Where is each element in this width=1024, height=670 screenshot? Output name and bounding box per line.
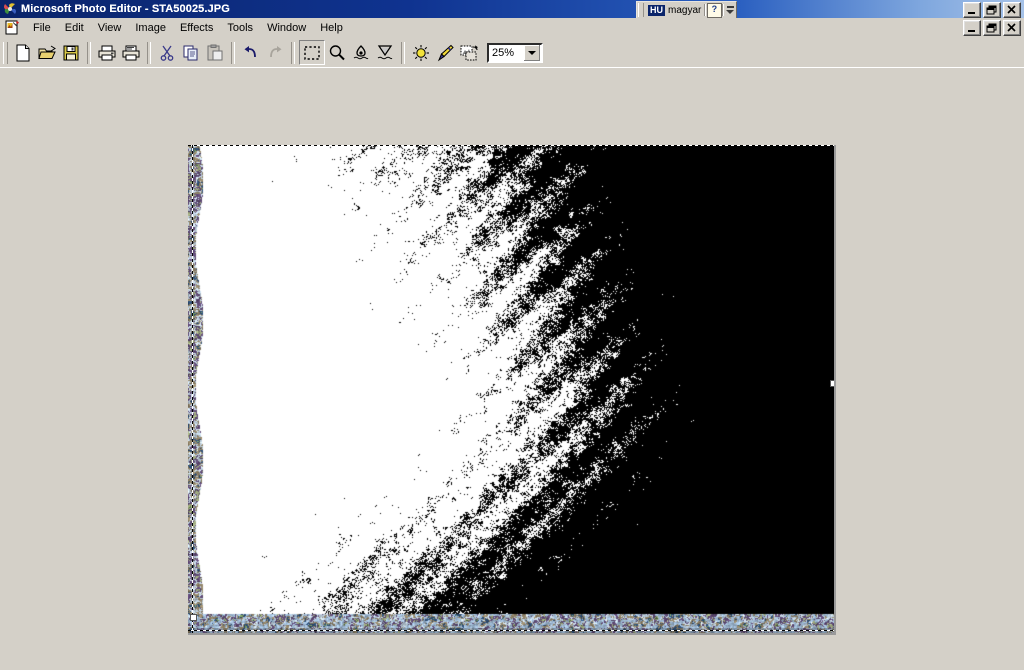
paste-icon <box>207 44 223 60</box>
document-window-controls <box>963 20 1021 36</box>
close-icon <box>1007 5 1016 14</box>
photo-editor-pinwheel-icon[interactable] <box>2 1 18 17</box>
chevron-down-icon <box>528 50 536 55</box>
image-effects-icon <box>460 44 478 60</box>
document-restore-button[interactable] <box>983 20 1001 36</box>
photo-canvas[interactable] <box>188 145 836 635</box>
menu-effects[interactable]: Effects <box>173 20 220 36</box>
restore-button[interactable] <box>983 2 1001 18</box>
document-shadow-right <box>834 145 836 635</box>
paste-button[interactable] <box>203 41 227 64</box>
close-button[interactable] <box>1003 2 1021 18</box>
new-button[interactable] <box>11 41 35 64</box>
floppy-disk-icon <box>63 45 79 60</box>
pinwheel-glyph <box>2 1 18 17</box>
window-controls <box>963 2 1021 18</box>
document-shadow-bottom <box>188 633 836 635</box>
print-button[interactable] <box>95 41 119 64</box>
copy-button[interactable] <box>179 41 203 64</box>
language-bar[interactable]: HU magyar ? <box>636 1 738 18</box>
marquee-select-icon <box>304 45 320 60</box>
brightness-button[interactable] <box>409 41 433 64</box>
printer-icon <box>98 45 116 60</box>
workspace[interactable] <box>0 68 1024 670</box>
menu-help[interactable]: Help <box>313 20 350 36</box>
toolbar-separator-5 <box>401 41 405 64</box>
language-code-badge: HU <box>648 4 665 16</box>
magnifier-icon <box>329 44 345 60</box>
zoom-tool[interactable] <box>325 41 349 64</box>
minimize-icon <box>968 12 975 14</box>
zoom-level-combo[interactable]: 25% <box>487 42 543 63</box>
photo-editor-window: Microsoft Photo Editor - STA50025.JPG HU… <box>0 0 1024 670</box>
restore-icon <box>986 23 997 33</box>
cut-button[interactable] <box>155 41 179 64</box>
title-bar[interactable]: Microsoft Photo Editor - STA50025.JPG HU… <box>0 0 1024 18</box>
toolbar-separator-1 <box>87 41 91 64</box>
sharpen-icon <box>377 44 393 59</box>
document-close-button[interactable] <box>1003 20 1021 36</box>
sun-brightness-icon <box>413 44 429 61</box>
redo-button[interactable] <box>263 41 287 64</box>
new-document-icon <box>16 44 30 61</box>
minimize-icon <box>968 30 975 32</box>
print-preview-button[interactable] <box>119 41 143 64</box>
selection-handle-bottom-left[interactable] <box>190 614 197 621</box>
copy-icon <box>183 45 198 60</box>
minimize-button[interactable] <box>963 2 981 18</box>
toolbar-separator-4 <box>291 41 295 64</box>
minimize-bar-glyph <box>726 6 734 8</box>
paintbrush-icon <box>437 44 454 61</box>
print-preview-icon <box>122 45 140 60</box>
toolbar-grip[interactable] <box>3 41 8 64</box>
zoom-level-value: 25% <box>492 46 515 59</box>
toolbar-separator-3 <box>231 41 235 64</box>
menu-file[interactable]: File <box>26 20 58 36</box>
restore-icon <box>986 5 997 15</box>
open-button[interactable] <box>35 41 59 64</box>
menu-edit[interactable]: Edit <box>58 20 91 36</box>
menu-view[interactable]: View <box>91 20 129 36</box>
help-question-icon: ? <box>706 2 722 18</box>
smudge-icon <box>353 44 369 59</box>
undo-arrow-icon <box>244 45 256 57</box>
document-image-glyph <box>5 20 19 35</box>
smudge-tool[interactable] <box>349 41 373 64</box>
zoom-dropdown-button[interactable] <box>524 44 540 61</box>
language-bar-options-button[interactable] <box>724 2 736 18</box>
chevron-down-icon <box>726 10 735 14</box>
menu-tools[interactable]: Tools <box>220 20 260 36</box>
main-toolbar: 25% <box>0 38 1024 68</box>
select-tool[interactable] <box>299 40 325 65</box>
window-title: Microsoft Photo Editor - STA50025.JPG <box>21 3 230 15</box>
document-minimize-button[interactable] <box>963 20 981 36</box>
effects-button[interactable] <box>457 41 481 64</box>
close-icon <box>1007 23 1016 32</box>
document-image-icon[interactable] <box>4 20 20 36</box>
toolbar-separator-2 <box>147 41 151 64</box>
menu-image[interactable]: Image <box>128 20 173 36</box>
language-bar-help-button[interactable]: ? <box>706 2 722 18</box>
save-button[interactable] <box>59 41 83 64</box>
redo-arrow-icon <box>270 45 282 57</box>
scissors-icon <box>160 45 174 61</box>
language-name-label: magyar <box>668 4 702 16</box>
image-document[interactable] <box>188 145 836 635</box>
menu-bar: File Edit View Image Effects Tools Windo… <box>0 18 1024 38</box>
language-indicator[interactable]: HU magyar <box>645 2 704 18</box>
language-bar-grip[interactable] <box>638 3 644 17</box>
undo-button[interactable] <box>239 41 263 64</box>
sharpen-tool[interactable] <box>373 41 397 64</box>
open-folder-icon <box>38 45 56 59</box>
menu-window[interactable]: Window <box>260 20 313 36</box>
paint-button[interactable] <box>433 41 457 64</box>
